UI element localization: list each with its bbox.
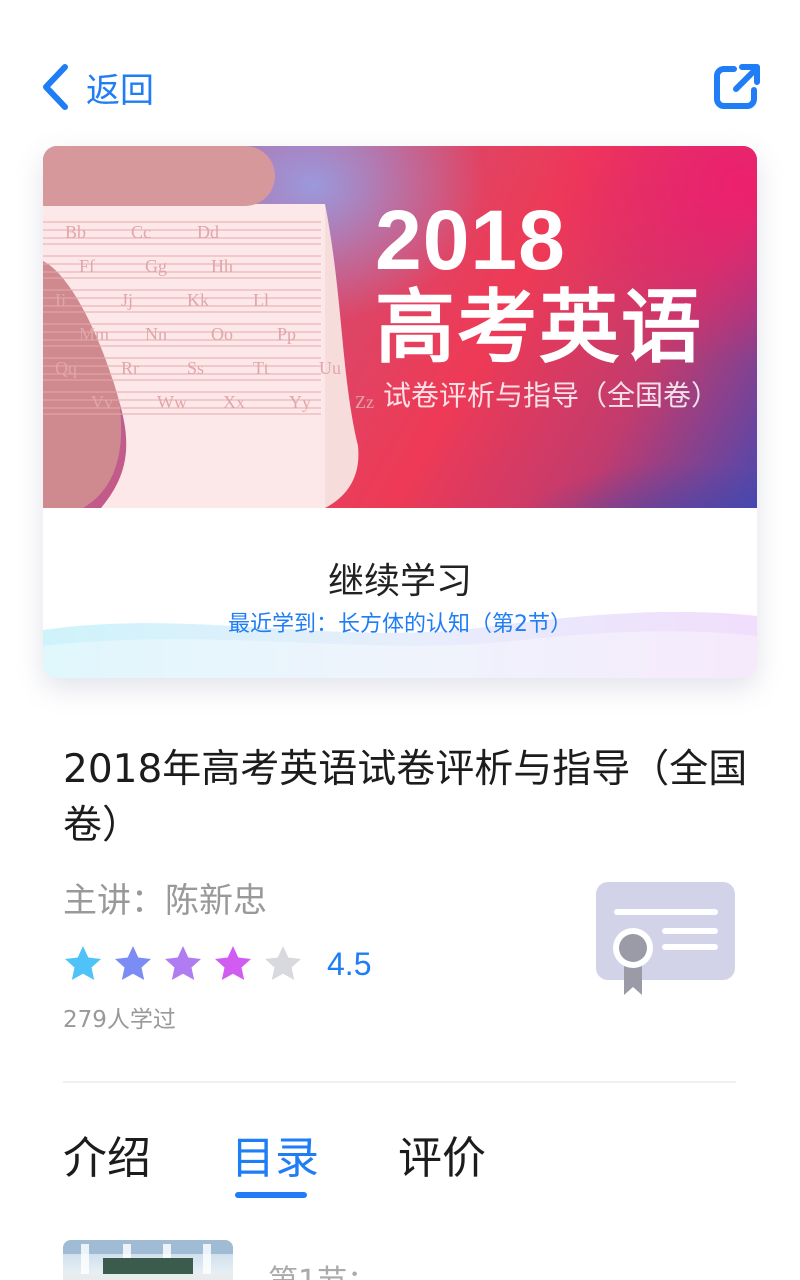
back-button[interactable]: 返回 bbox=[40, 62, 154, 112]
star-icon bbox=[65, 946, 101, 980]
star-icon bbox=[165, 946, 201, 980]
alphabet-letter: Ii bbox=[55, 290, 66, 310]
alphabet-letter: Qq bbox=[55, 358, 77, 378]
teacher-name: 主讲：陈新忠 bbox=[63, 881, 267, 921]
alphabet-letter: Kk bbox=[187, 290, 209, 310]
alphabet-letter: Pp bbox=[277, 324, 296, 344]
alphabet-letter: Yy bbox=[289, 392, 311, 412]
star-icon bbox=[215, 946, 251, 980]
classroom-image bbox=[63, 1240, 233, 1280]
rating-value: 4.5 bbox=[327, 945, 372, 982]
tab-intro[interactable]: 介绍 bbox=[63, 1130, 151, 1188]
chevron-left-icon bbox=[43, 64, 68, 110]
course-title: 2018年高考英语试卷评析与指导（全国卷） bbox=[63, 747, 748, 848]
banner-subtitle: 试卷评析与指导（全国卷） bbox=[383, 379, 720, 412]
continue-learning-title[interactable]: 继续学习 bbox=[43, 552, 757, 604]
tab-reviews[interactable]: 评价 bbox=[398, 1130, 486, 1188]
alphabet-letter: Xx bbox=[223, 392, 245, 412]
alphabet-letter: Mm bbox=[79, 324, 109, 344]
star-icon bbox=[115, 946, 151, 980]
section-divider bbox=[63, 1081, 736, 1083]
alphabet-letter: Ff bbox=[79, 256, 95, 276]
banner-subject: 高考英语 bbox=[375, 281, 703, 374]
back-label: 返回 bbox=[86, 70, 154, 111]
active-tab-indicator bbox=[235, 1192, 307, 1198]
alphabet-letter: Dd bbox=[197, 222, 219, 242]
rating-stars: 4.5 bbox=[63, 942, 371, 986]
alphabet-letter: Jj bbox=[121, 290, 133, 310]
alphabet-letter: Vv bbox=[91, 392, 113, 412]
alphabet-letter: Ll bbox=[253, 290, 269, 310]
alphabet-letter: Ss bbox=[187, 358, 204, 378]
banner-year: 2018 bbox=[375, 193, 566, 287]
alphabet-letter: Hh bbox=[211, 256, 233, 276]
alphabet-letter: Nn bbox=[145, 324, 167, 344]
share-icon[interactable] bbox=[712, 62, 762, 112]
lesson-thumbnail[interactable] bbox=[63, 1240, 233, 1280]
alphabet-letter: Ww bbox=[157, 392, 187, 412]
continue-learning[interactable]: 继续学习 最近学到：长方体的认知（第2节） bbox=[43, 508, 757, 678]
alphabet-letter: Bb bbox=[65, 222, 86, 242]
alphabet-letter: Cc bbox=[131, 222, 151, 242]
alphabet-letter: Rr bbox=[121, 358, 139, 378]
alphabet-letter: Uu bbox=[319, 358, 341, 378]
course-banner: Bb Cc Dd Ff Gg Hh Ii Jj Kk Ll Mm Nn Oo Pp Qq Rr Ss Tt Uu Vv… bbox=[43, 146, 757, 508]
learner-count: 279人学过 bbox=[63, 1007, 176, 1033]
certificate-icon bbox=[596, 882, 735, 995]
recent-lesson-text: 最近学到：长方体的认知（第2节） bbox=[228, 612, 572, 637]
course-card[interactable]: Bb Cc Dd Ff Gg Hh Ii Jj Kk Ll Mm Nn Oo Pp Qq Rr Ss Tt Uu Vv… bbox=[43, 146, 757, 678]
alphabet-letter: Tt bbox=[253, 358, 269, 378]
alphabet-letter: Oo bbox=[211, 324, 233, 344]
tab-catalog[interactable]: 目录 bbox=[231, 1130, 319, 1188]
star-icon bbox=[265, 946, 301, 980]
alphabet-letter: Gg bbox=[145, 256, 167, 276]
course-detail-page: 返回 Bb Cc Dd Ff Gg Hh Ii Jj Kk Ll Mm Nn Oo Pp Qq Rr Ss Tt U… bbox=[0, 0, 800, 1280]
alphabet-letter: Zz bbox=[355, 392, 374, 412]
lesson-title: 第1节： bbox=[268, 1256, 377, 1280]
